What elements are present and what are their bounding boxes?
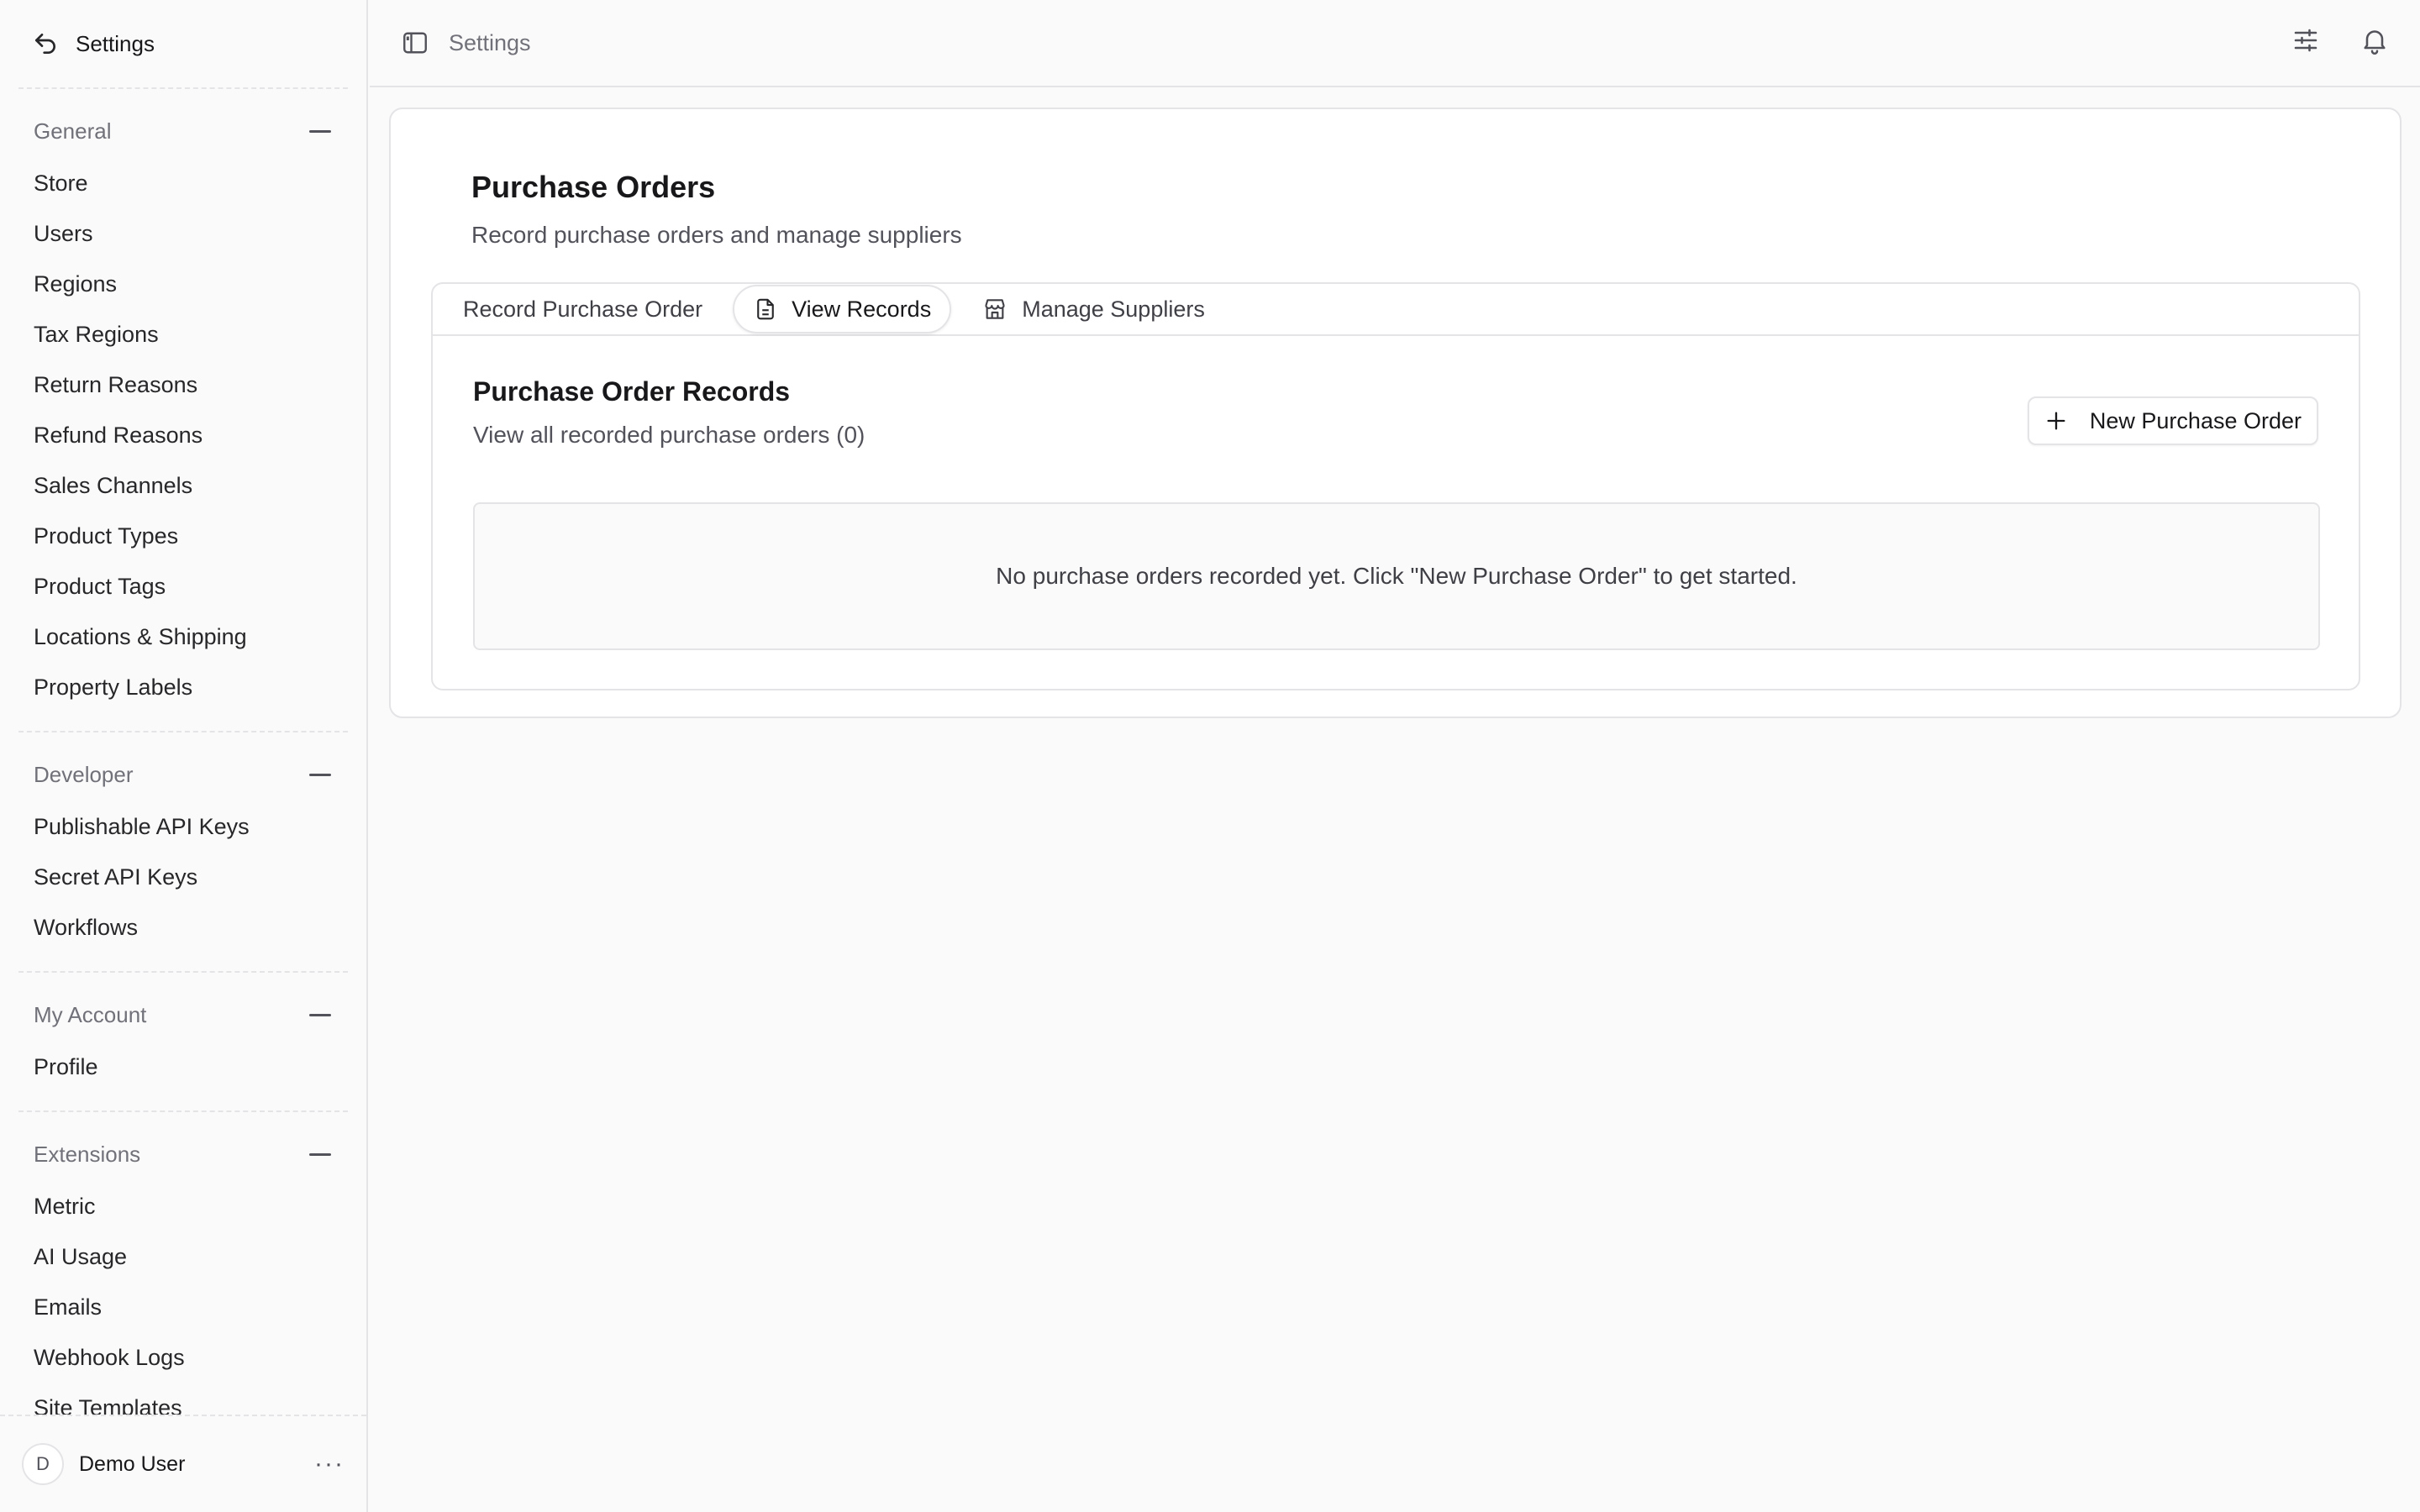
tab-label: Manage Suppliers [1022, 296, 1205, 322]
section-general: General Store Users Regions Tax Regions … [0, 89, 366, 731]
sidebar-item-sales-channels[interactable]: Sales Channels [0, 460, 366, 511]
tab-manage-suppliers[interactable]: Manage Suppliers [963, 285, 1223, 333]
sidebar-item-profile[interactable]: Profile [0, 1042, 366, 1092]
section-heading-label: My Account [34, 1001, 147, 1027]
sidebar-item-return-reasons[interactable]: Return Reasons [0, 360, 366, 410]
section-heading-my-account[interactable]: My Account [0, 998, 366, 1032]
purchase-orders-card: Purchase Orders Record purchase orders a… [389, 108, 2402, 718]
sidebar-item-metric[interactable]: Metric [0, 1181, 366, 1231]
button-label: New Purchase Order [2089, 407, 2302, 433]
sidebar-item-secret-api-keys[interactable]: Secret API Keys [0, 852, 366, 902]
sidebar-item-property-labels[interactable]: Property Labels [0, 662, 366, 712]
tab-record-purchase-order[interactable]: Record Purchase Order [445, 285, 721, 333]
sidebar-item-regions[interactable]: Regions [0, 259, 366, 309]
breadcrumb[interactable]: Settings [449, 30, 531, 56]
section-heading-developer[interactable]: Developer [0, 758, 366, 791]
tabs-panel: Record Purchase Order View Records Manag… [431, 282, 2360, 690]
sidebar-item-product-types[interactable]: Product Types [0, 511, 366, 561]
topbar: Settings [370, 0, 2420, 87]
topbar-actions [2291, 25, 2390, 55]
section-heading-label: Extensions [34, 1141, 141, 1167]
tab-view-records[interactable]: View Records [733, 285, 952, 333]
section-heading-general[interactable]: General [0, 114, 366, 148]
section-heading-label: General [34, 118, 112, 144]
collapse-icon[interactable] [309, 1152, 331, 1156]
user-menu[interactable]: D Demo User ··· [0, 1415, 366, 1512]
tab-label: Record Purchase Order [463, 296, 703, 322]
records-subtitle: View all recorded purchase orders (0) [473, 422, 865, 448]
section-heading-label: Developer [34, 761, 134, 787]
collapse-icon[interactable] [309, 129, 331, 133]
document-icon [757, 298, 774, 320]
sidebar-item-workflows[interactable]: Workflows [0, 902, 366, 953]
section-heading-extensions[interactable]: Extensions [0, 1137, 366, 1171]
sidebar-toggle-icon[interactable] [400, 28, 430, 58]
sidebar-header[interactable]: Settings [0, 0, 366, 87]
arrow-back-icon[interactable] [32, 30, 59, 57]
section-developer: Developer Publishable API Keys Secret AP… [0, 732, 366, 971]
sidebar-item-tax-regions[interactable]: Tax Regions [0, 309, 366, 360]
collapse-icon[interactable] [309, 1013, 331, 1016]
more-options-icon[interactable]: ··· [314, 1450, 345, 1478]
sidebar-item-store[interactable]: Store [0, 158, 366, 208]
store-icon [985, 299, 1005, 319]
sidebar-item-refund-reasons[interactable]: Refund Reasons [0, 410, 366, 460]
empty-state: No purchase orders recorded yet. Click "… [473, 502, 2320, 650]
user-name: Demo User [79, 1452, 186, 1476]
sidebar-item-users[interactable]: Users [0, 208, 366, 259]
sidebar: Settings General Store Users Regions Tax… [0, 0, 368, 1512]
collapse-icon[interactable] [309, 773, 331, 776]
sidebar-item-ai-usage[interactable]: AI Usage [0, 1231, 366, 1282]
sidebar-item-publishable-api-keys[interactable]: Publishable API Keys [0, 801, 366, 852]
page-subtitle: Record purchase orders and manage suppli… [471, 222, 962, 248]
avatar[interactable]: D [22, 1443, 64, 1485]
tab-label: View Records [792, 296, 932, 322]
sidebar-item-webhook-logs[interactable]: Webhook Logs [0, 1332, 366, 1383]
sliders-icon[interactable] [2291, 25, 2321, 55]
sidebar-item-locations-shipping[interactable]: Locations & Shipping [0, 612, 366, 662]
tab-list: Record Purchase Order View Records Manag… [433, 284, 2359, 336]
sidebar-title: Settings [76, 30, 155, 56]
sidebar-item-emails[interactable]: Emails [0, 1282, 366, 1332]
bell-icon[interactable] [2360, 25, 2390, 55]
section-extensions: Extensions Metric AI Usage Emails Webhoo… [0, 1112, 366, 1452]
plus-icon [2047, 412, 2065, 430]
empty-state-message: No purchase orders recorded yet. Click "… [996, 563, 1797, 589]
new-purchase-order-button[interactable]: New Purchase Order [2027, 396, 2318, 445]
sidebar-item-product-tags[interactable]: Product Tags [0, 561, 366, 612]
records-title: Purchase Order Records [473, 376, 791, 407]
section-my-account: My Account Profile [0, 973, 366, 1110]
page-title: Purchase Orders [471, 170, 716, 204]
